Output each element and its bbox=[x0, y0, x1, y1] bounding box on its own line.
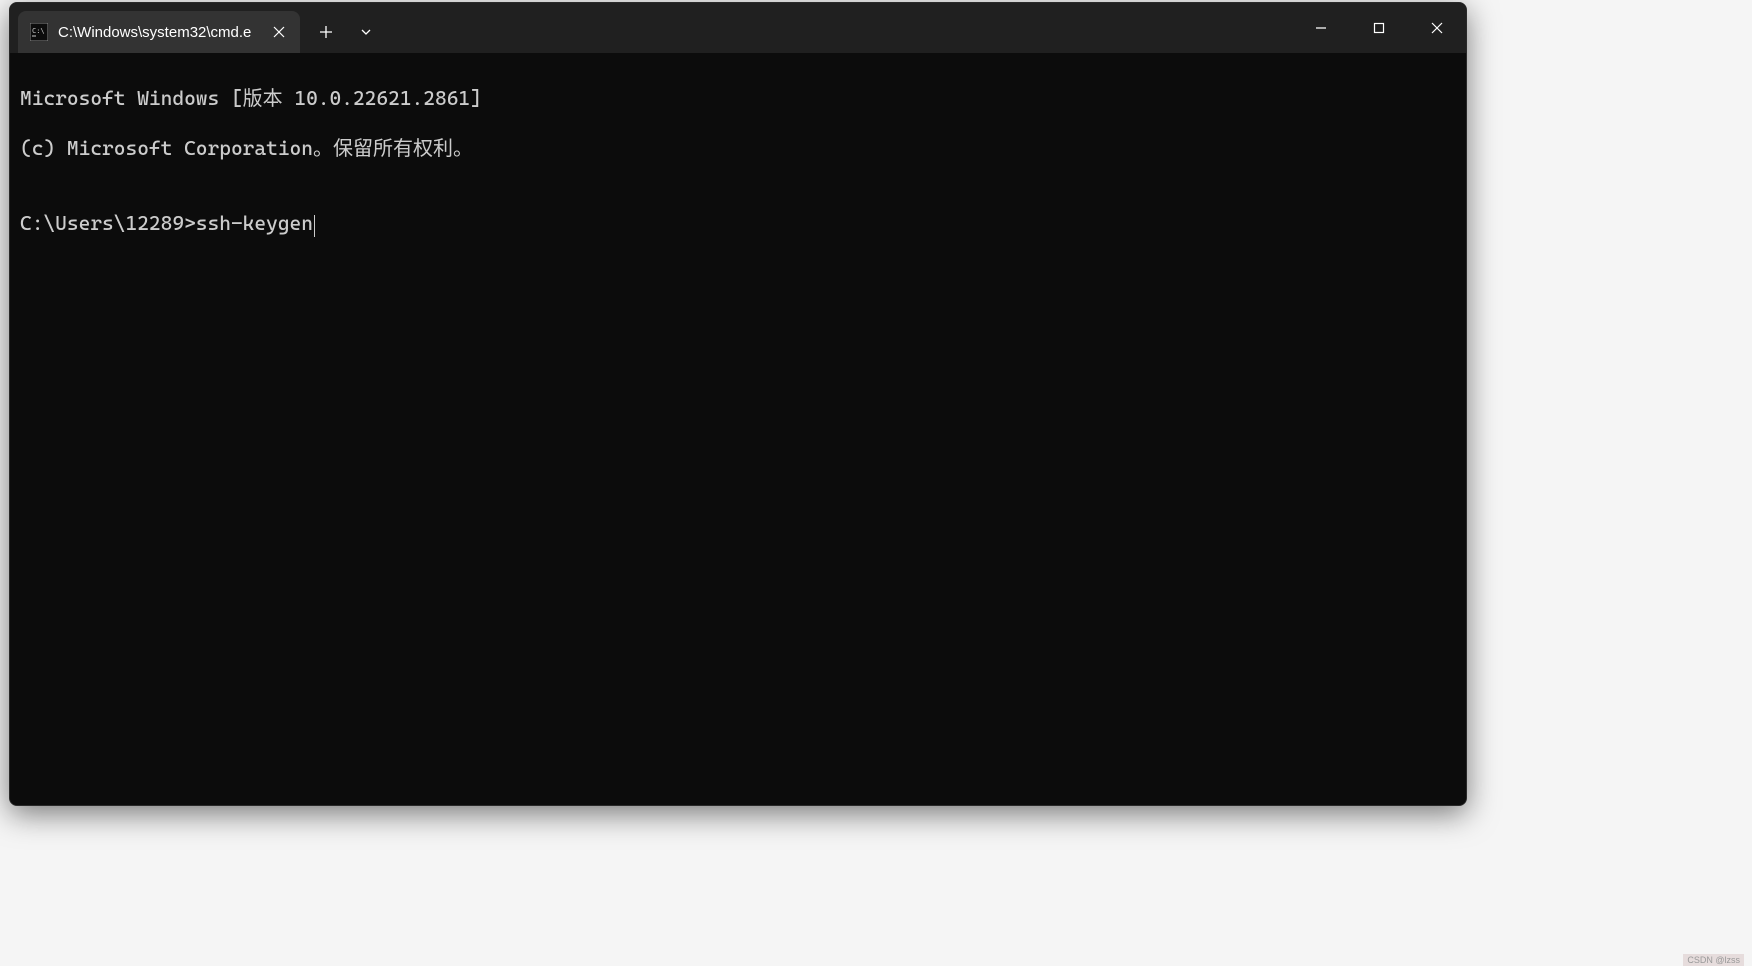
tab-actions bbox=[300, 3, 384, 53]
output-line: Microsoft Windows [版本 10.0.22621.2861] bbox=[20, 86, 1456, 111]
terminal-output[interactable]: Microsoft Windows [版本 10.0.22621.2861] (… bbox=[10, 53, 1466, 805]
maximize-button[interactable] bbox=[1350, 3, 1408, 53]
cmd-icon: C:\ bbox=[30, 23, 48, 41]
tab-strip: C:\ C:\Windows\system32\cmd.e bbox=[10, 3, 300, 53]
terminal-window: C:\ C:\Windows\system32\cmd.e bbox=[9, 2, 1467, 806]
prompt-line: C:\Users\12289>ssh-keygen bbox=[20, 211, 1456, 236]
watermark: CSDN @lzss bbox=[1683, 954, 1744, 966]
svg-text:C:\: C:\ bbox=[32, 27, 45, 35]
close-window-button[interactable] bbox=[1408, 3, 1466, 53]
tab-cmd[interactable]: C:\ C:\Windows\system32\cmd.e bbox=[18, 11, 300, 53]
typed-command: ssh-keygen bbox=[196, 211, 313, 235]
new-tab-button[interactable] bbox=[304, 11, 348, 53]
text-cursor bbox=[314, 215, 316, 237]
tab-title: C:\Windows\system32\cmd.e bbox=[58, 24, 258, 41]
output-line: (c) Microsoft Corporation。保留所有权利。 bbox=[20, 136, 1456, 161]
minimize-button[interactable] bbox=[1292, 3, 1350, 53]
tab-close-button[interactable] bbox=[268, 21, 290, 43]
window-controls bbox=[1292, 3, 1466, 53]
title-bar-drag-area[interactable] bbox=[384, 3, 1292, 53]
title-bar[interactable]: C:\ C:\Windows\system32\cmd.e bbox=[10, 3, 1466, 53]
prompt-path: C:\Users\12289> bbox=[20, 211, 196, 235]
tab-dropdown-button[interactable] bbox=[348, 11, 384, 53]
